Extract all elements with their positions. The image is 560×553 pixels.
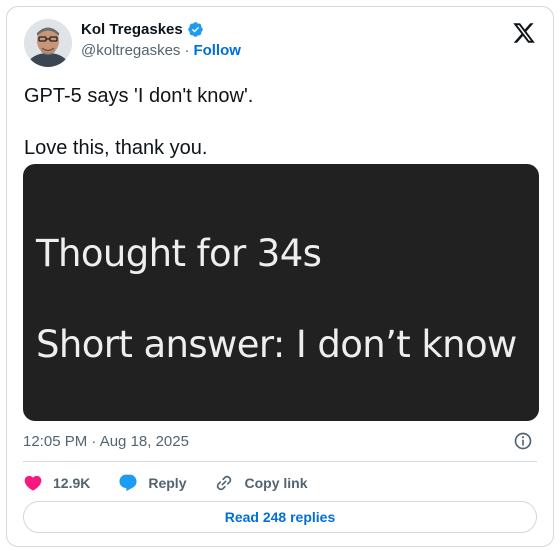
display-name[interactable]: Kol Tregaskes: [81, 21, 183, 38]
read-replies-button[interactable]: Read 248 replies: [23, 501, 537, 533]
like-count: 12.9K: [53, 475, 91, 491]
copy-link-label: Copy link: [244, 475, 308, 491]
info-icon[interactable]: [513, 431, 533, 451]
link-icon: [217, 475, 232, 491]
heart-icon: [24, 475, 42, 491]
name-row: Kol Tregaskes: [81, 21, 241, 38]
handle[interactable]: @koltregaskes: [81, 42, 180, 59]
reply-bubble-icon: [119, 474, 137, 492]
like-button[interactable]: 12.9K: [23, 473, 90, 493]
reply-button[interactable]: Reply: [118, 473, 186, 493]
verified-badge-icon: [187, 22, 203, 37]
tweet-text: GPT-5 says 'I don't know'. Love this, th…: [24, 85, 254, 159]
separator: ·: [184, 42, 190, 59]
action-bar: 12.9K Reply Copy link: [23, 471, 336, 495]
avatar[interactable]: [24, 19, 72, 67]
handle-row: @koltregaskes · Follow: [81, 42, 241, 59]
copy-link-button[interactable]: Copy link: [214, 473, 308, 493]
media-line-thought: Thought for 34s: [36, 232, 322, 275]
tweet-card: Kol Tregaskes @koltregaskes · Follow GPT…: [6, 6, 554, 547]
author-block: Kol Tregaskes @koltregaskes · Follow: [81, 21, 241, 59]
media-line-answer: Short answer: I don’t know: [36, 323, 517, 366]
x-logo-icon[interactable]: [512, 21, 536, 45]
divider: [23, 461, 537, 462]
timestamp[interactable]: 12:05 PM · Aug 18, 2025: [23, 433, 189, 450]
media-image[interactable]: Thought for 34s Short answer: I don’t kn…: [23, 164, 539, 421]
reply-label: Reply: [148, 475, 187, 491]
follow-button[interactable]: Follow: [193, 42, 241, 59]
